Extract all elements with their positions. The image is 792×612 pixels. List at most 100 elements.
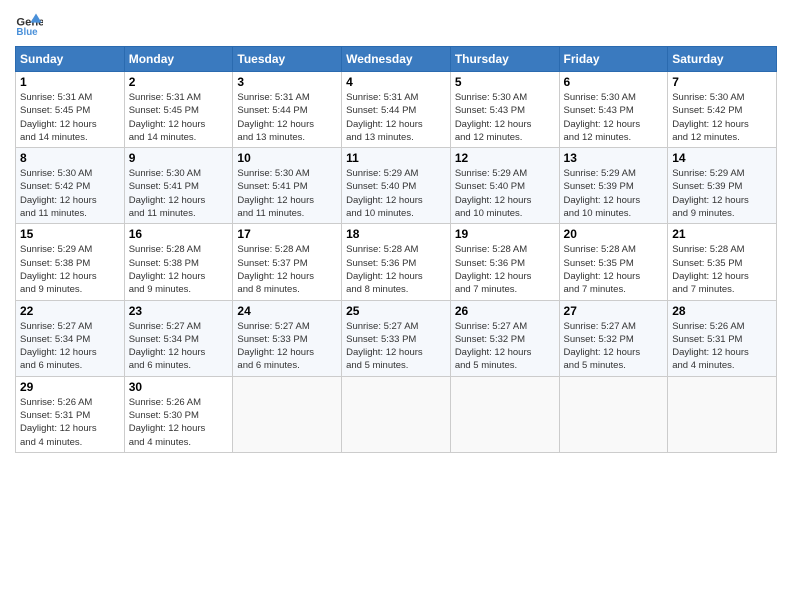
weekday-header-thursday: Thursday — [450, 47, 559, 72]
calendar-cell: 10 Sunrise: 5:30 AMSunset: 5:41 PMDayligh… — [233, 148, 342, 224]
weekday-header-sunday: Sunday — [16, 47, 125, 72]
day-info: Sunrise: 5:27 AMSunset: 5:33 PMDaylight:… — [346, 320, 446, 373]
day-info: Sunrise: 5:30 AMSunset: 5:43 PMDaylight:… — [455, 91, 555, 144]
day-number: 14 — [672, 151, 772, 165]
calendar-cell: 24 Sunrise: 5:27 AMSunset: 5:33 PMDayligh… — [233, 300, 342, 376]
day-number: 7 — [672, 75, 772, 89]
day-number: 20 — [564, 227, 664, 241]
calendar-cell: 29 Sunrise: 5:26 AMSunset: 5:31 PMDayligh… — [16, 376, 125, 452]
day-number: 4 — [346, 75, 446, 89]
calendar-cell: 19 Sunrise: 5:28 AMSunset: 5:36 PMDayligh… — [450, 224, 559, 300]
weekday-header-row: SundayMondayTuesdayWednesdayThursdayFrid… — [16, 47, 777, 72]
day-info: Sunrise: 5:26 AMSunset: 5:31 PMDaylight:… — [20, 396, 120, 449]
day-number: 23 — [129, 304, 229, 318]
day-info: Sunrise: 5:28 AMSunset: 5:36 PMDaylight:… — [346, 243, 446, 296]
day-info: Sunrise: 5:27 AMSunset: 5:33 PMDaylight:… — [237, 320, 337, 373]
day-number: 8 — [20, 151, 120, 165]
calendar-cell: 15 Sunrise: 5:29 AMSunset: 5:38 PMDayligh… — [16, 224, 125, 300]
logo-icon: General Blue — [15, 10, 43, 38]
day-info: Sunrise: 5:30 AMSunset: 5:41 PMDaylight:… — [237, 167, 337, 220]
calendar-cell: 2Sunrise: 5:31 AMSunset: 5:45 PMDaylight… — [124, 72, 233, 148]
calendar-cell: 14 Sunrise: 5:29 AMSunset: 5:39 PMDayligh… — [668, 148, 777, 224]
weekday-header-friday: Friday — [559, 47, 668, 72]
day-number: 11 — [346, 151, 446, 165]
day-number: 15 — [20, 227, 120, 241]
day-number: 3 — [237, 75, 337, 89]
day-info: Sunrise: 5:28 AMSunset: 5:35 PMDaylight:… — [672, 243, 772, 296]
day-number: 25 — [346, 304, 446, 318]
day-info: Sunrise: 5:31 AMSunset: 5:44 PMDaylight:… — [237, 91, 337, 144]
day-number: 1 — [20, 75, 120, 89]
calendar-cell: 16Sunrise: 5:28 AMSunset: 5:38 PMDayligh… — [124, 224, 233, 300]
header: General Blue — [15, 10, 777, 38]
calendar-week-3: 15 Sunrise: 5:29 AMSunset: 5:38 PMDayligh… — [16, 224, 777, 300]
day-number: 27 — [564, 304, 664, 318]
calendar-table: SundayMondayTuesdayWednesdayThursdayFrid… — [15, 46, 777, 453]
calendar-cell: 28 Sunrise: 5:26 AMSunset: 5:31 PMDayligh… — [668, 300, 777, 376]
day-info: Sunrise: 5:28 AMSunset: 5:36 PMDaylight:… — [455, 243, 555, 296]
day-number: 10 — [237, 151, 337, 165]
day-number: 6 — [564, 75, 664, 89]
calendar-container: General Blue SundayMondayTuesdayWednesda… — [0, 0, 792, 463]
calendar-cell: 7 Sunrise: 5:30 AMSunset: 5:42 PMDaylight… — [668, 72, 777, 148]
day-info: Sunrise: 5:27 AMSunset: 5:32 PMDaylight:… — [455, 320, 555, 373]
calendar-cell: 21 Sunrise: 5:28 AMSunset: 5:35 PMDayligh… — [668, 224, 777, 300]
calendar-week-4: 22 Sunrise: 5:27 AMSunset: 5:34 PMDayligh… — [16, 300, 777, 376]
day-info: Sunrise: 5:28 AMSunset: 5:37 PMDaylight:… — [237, 243, 337, 296]
calendar-cell: 18 Sunrise: 5:28 AMSunset: 5:36 PMDayligh… — [342, 224, 451, 300]
day-number: 30 — [129, 380, 229, 394]
day-number: 2 — [129, 75, 229, 89]
calendar-cell: 25 Sunrise: 5:27 AMSunset: 5:33 PMDayligh… — [342, 300, 451, 376]
day-number: 22 — [20, 304, 120, 318]
day-number: 13 — [564, 151, 664, 165]
calendar-week-5: 29 Sunrise: 5:26 AMSunset: 5:31 PMDayligh… — [16, 376, 777, 452]
day-number: 26 — [455, 304, 555, 318]
day-number: 5 — [455, 75, 555, 89]
calendar-week-1: 1 Sunrise: 5:31 AMSunset: 5:45 PMDaylight… — [16, 72, 777, 148]
day-number: 29 — [20, 380, 120, 394]
day-number: 28 — [672, 304, 772, 318]
day-info: Sunrise: 5:31 AMSunset: 5:45 PMDaylight:… — [20, 91, 120, 144]
day-info: Sunrise: 5:30 AMSunset: 5:43 PMDaylight:… — [564, 91, 664, 144]
day-number: 19 — [455, 227, 555, 241]
calendar-cell: 27 Sunrise: 5:27 AMSunset: 5:32 PMDayligh… — [559, 300, 668, 376]
day-number: 21 — [672, 227, 772, 241]
calendar-cell: 6 Sunrise: 5:30 AMSunset: 5:43 PMDaylight… — [559, 72, 668, 148]
calendar-cell — [342, 376, 451, 452]
weekday-header-saturday: Saturday — [668, 47, 777, 72]
day-info: Sunrise: 5:29 AMSunset: 5:40 PMDaylight:… — [346, 167, 446, 220]
day-info: Sunrise: 5:29 AMSunset: 5:39 PMDaylight:… — [672, 167, 772, 220]
day-info: Sunrise: 5:27 AMSunset: 5:34 PMDaylight:… — [20, 320, 120, 373]
day-info: Sunrise: 5:27 AMSunset: 5:32 PMDaylight:… — [564, 320, 664, 373]
calendar-cell: 30Sunrise: 5:26 AMSunset: 5:30 PMDayligh… — [124, 376, 233, 452]
day-info: Sunrise: 5:29 AMSunset: 5:39 PMDaylight:… — [564, 167, 664, 220]
day-info: Sunrise: 5:30 AMSunset: 5:41 PMDaylight:… — [129, 167, 229, 220]
calendar-week-2: 8 Sunrise: 5:30 AMSunset: 5:42 PMDaylight… — [16, 148, 777, 224]
weekday-header-monday: Monday — [124, 47, 233, 72]
calendar-cell: 3 Sunrise: 5:31 AMSunset: 5:44 PMDaylight… — [233, 72, 342, 148]
day-number: 17 — [237, 227, 337, 241]
day-info: Sunrise: 5:26 AMSunset: 5:31 PMDaylight:… — [672, 320, 772, 373]
calendar-cell: 20Sunrise: 5:28 AMSunset: 5:35 PMDayligh… — [559, 224, 668, 300]
day-info: Sunrise: 5:30 AMSunset: 5:42 PMDaylight:… — [20, 167, 120, 220]
day-number: 24 — [237, 304, 337, 318]
calendar-cell: 5 Sunrise: 5:30 AMSunset: 5:43 PMDaylight… — [450, 72, 559, 148]
day-info: Sunrise: 5:29 AMSunset: 5:38 PMDaylight:… — [20, 243, 120, 296]
calendar-cell — [559, 376, 668, 452]
day-number: 16 — [129, 227, 229, 241]
calendar-cell — [233, 376, 342, 452]
calendar-cell: 23Sunrise: 5:27 AMSunset: 5:34 PMDayligh… — [124, 300, 233, 376]
calendar-cell: 4Sunrise: 5:31 AMSunset: 5:44 PMDaylight… — [342, 72, 451, 148]
calendar-cell: 22 Sunrise: 5:27 AMSunset: 5:34 PMDayligh… — [16, 300, 125, 376]
calendar-cell — [668, 376, 777, 452]
day-number: 18 — [346, 227, 446, 241]
day-info: Sunrise: 5:30 AMSunset: 5:42 PMDaylight:… — [672, 91, 772, 144]
logo: General Blue — [15, 10, 43, 38]
calendar-cell: 8 Sunrise: 5:30 AMSunset: 5:42 PMDaylight… — [16, 148, 125, 224]
calendar-cell — [450, 376, 559, 452]
calendar-cell: 13 Sunrise: 5:29 AMSunset: 5:39 PMDayligh… — [559, 148, 668, 224]
calendar-cell: 1 Sunrise: 5:31 AMSunset: 5:45 PMDaylight… — [16, 72, 125, 148]
day-info: Sunrise: 5:29 AMSunset: 5:40 PMDaylight:… — [455, 167, 555, 220]
calendar-cell: 26 Sunrise: 5:27 AMSunset: 5:32 PMDayligh… — [450, 300, 559, 376]
day-number: 12 — [455, 151, 555, 165]
